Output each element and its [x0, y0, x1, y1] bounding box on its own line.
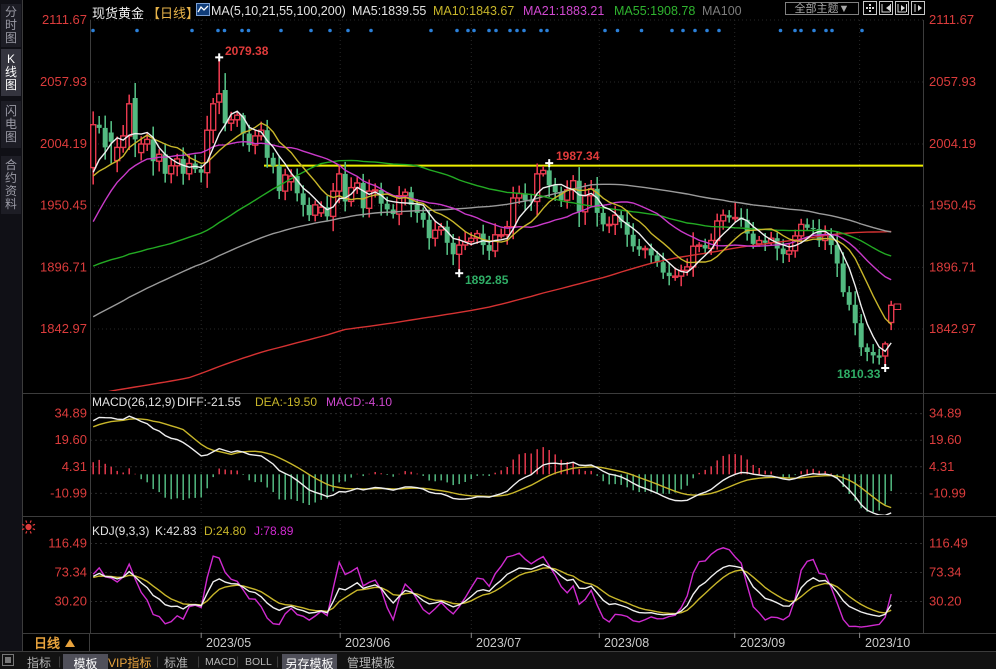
- svg-text:1987.34: 1987.34: [556, 149, 600, 163]
- svg-text:1842.97: 1842.97: [929, 321, 976, 336]
- svg-text:2023/05: 2023/05: [206, 636, 251, 650]
- svg-text:2057.93: 2057.93: [40, 74, 87, 89]
- svg-text:116.49: 116.49: [929, 535, 968, 550]
- svg-text:1950.45: 1950.45: [929, 198, 976, 213]
- svg-text:-10.99: -10.99: [929, 485, 966, 500]
- svg-text:1896.71: 1896.71: [40, 259, 87, 274]
- svg-text:1950.45: 1950.45: [40, 198, 87, 213]
- svg-text:2023/06: 2023/06: [345, 636, 390, 650]
- svg-text:34.89: 34.89: [929, 406, 962, 421]
- svg-text:73.34: 73.34: [929, 565, 962, 580]
- svg-text:2023/09: 2023/09: [740, 636, 785, 650]
- svg-text:2004.19: 2004.19: [929, 136, 976, 151]
- svg-text:2057.93: 2057.93: [929, 74, 976, 89]
- svg-text:2023/08: 2023/08: [604, 636, 649, 650]
- svg-text:30.20: 30.20: [929, 593, 962, 608]
- svg-text:MACD(26,12,9): MACD(26,12,9): [92, 395, 175, 409]
- svg-text:19.60: 19.60: [54, 432, 87, 447]
- svg-text:KDJ(9,3,3): KDJ(9,3,3): [92, 524, 149, 538]
- svg-text:30.20: 30.20: [54, 593, 87, 608]
- svg-text:4.31: 4.31: [929, 459, 954, 474]
- svg-text:1810.33: 1810.33: [837, 367, 881, 381]
- svg-text:1892.85: 1892.85: [465, 273, 509, 287]
- svg-text:19.60: 19.60: [929, 432, 962, 447]
- svg-text:4.31: 4.31: [62, 459, 87, 474]
- svg-text:DIFF:-21.55: DIFF:-21.55: [177, 395, 241, 409]
- svg-text:2079.38: 2079.38: [225, 44, 269, 58]
- svg-text:116.49: 116.49: [48, 535, 87, 550]
- svg-text:1896.71: 1896.71: [929, 259, 976, 274]
- svg-text:-10.99: -10.99: [50, 485, 87, 500]
- svg-text:MACD:-4.10: MACD:-4.10: [326, 395, 392, 409]
- svg-text:2023/07: 2023/07: [476, 636, 521, 650]
- svg-text:2023/10: 2023/10: [865, 636, 910, 650]
- svg-text:73.34: 73.34: [54, 565, 87, 580]
- svg-text:34.89: 34.89: [54, 406, 87, 421]
- svg-text:J:78.89: J:78.89: [254, 524, 294, 538]
- svg-text:K:42.83: K:42.83: [155, 524, 197, 538]
- svg-text:2004.19: 2004.19: [40, 136, 87, 151]
- svg-text:1842.97: 1842.97: [40, 321, 87, 336]
- svg-text:DEA:-19.50: DEA:-19.50: [255, 395, 317, 409]
- svg-text:D:24.80: D:24.80: [204, 524, 246, 538]
- svg-text:日线: 日线: [34, 636, 60, 651]
